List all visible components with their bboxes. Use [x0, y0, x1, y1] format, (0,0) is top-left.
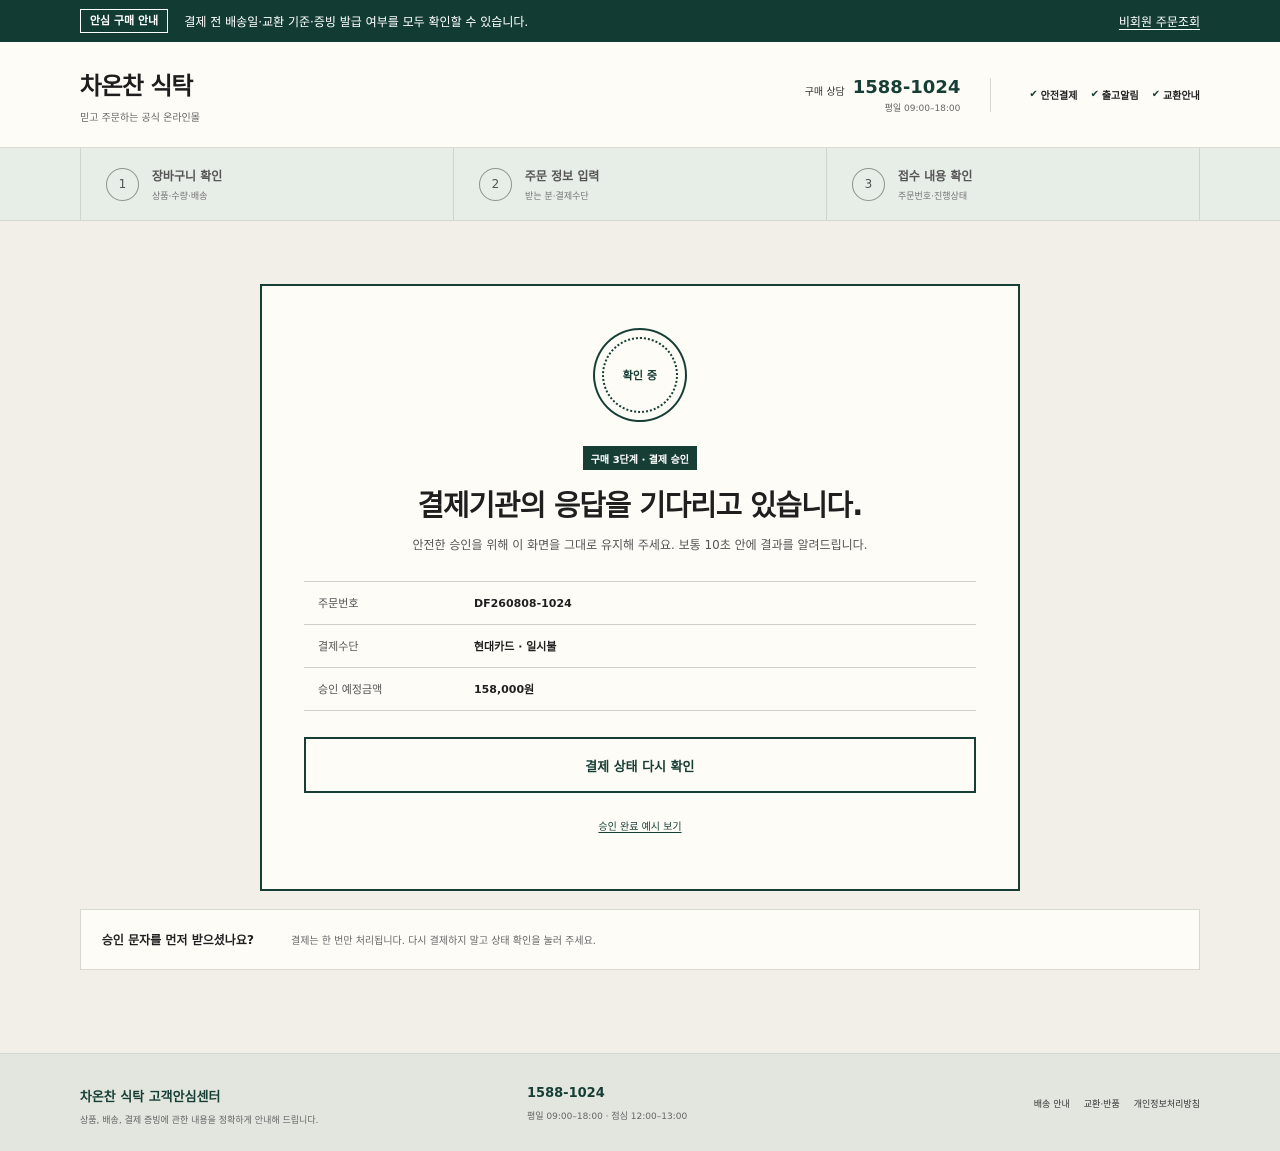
contact-phone: 1588-1024	[852, 76, 961, 98]
footer-link-exchange[interactable]: 교환·반품	[1084, 1097, 1120, 1110]
footer-desc: 상품, 배송, 결제 증빙에 관한 내용을 정확하게 안내해 드립니다.	[80, 1116, 319, 1126]
brand-logo[interactable]: 차온찬 식탁	[80, 66, 200, 101]
loading-spinner: 확인 중	[593, 328, 687, 422]
footer-center-info: 차온찬 식탁 고객안심센터 상품, 배송, 결제 증빙에 관한 내용을 정확하게…	[80, 1086, 318, 1126]
step-title: 접수 내용 확인	[898, 168, 973, 183]
recheck-status-button[interactable]: 결제 상태 다시 확인	[304, 737, 976, 793]
check-icon: ✔	[1151, 89, 1161, 100]
table-row: 결제수단 현대카드 · 일시불	[304, 625, 976, 668]
table-row: 승인 예정금액 158,000원	[304, 668, 976, 711]
page-title: 결제기관의 응답을 기다리고 있습니다.	[417, 488, 863, 522]
main-content: 확인 중 구매 3단계 · 결제 승인 결제기관의 응답을 기다리고 있습니다.…	[0, 221, 1280, 1053]
notice-text: 결제 전 배송일·교환 기준·증빙 발급 여부를 모두 확인할 수 있습니다.	[184, 14, 529, 29]
row-label: 결제수단	[318, 640, 359, 653]
stage-badge: 구매 3단계 · 결제 승인	[583, 446, 697, 470]
footer-contact: 1588-1024 평일 09:00–18:00 · 점심 12:00–13:0…	[527, 1086, 687, 1122]
assurance-item: ✔ 교환안내	[1152, 87, 1200, 102]
step-order-info: 2 주문 정보 입력 받는 분·결제수단	[454, 148, 827, 220]
help-title: 승인 문자를 먼저 받으셨나요?	[102, 933, 254, 947]
site-header: 차온찬 식탁 믿고 주문하는 공식 온라인몰 구매 상담 1588-1024 평…	[0, 42, 1280, 148]
spinner-text: 확인 중	[622, 369, 658, 382]
purchase-contact: 구매 상담 1588-1024 평일 09:00–18:00	[804, 76, 992, 114]
help-text: 결제는 한 번만 처리됩니다. 다시 결제하지 말고 상태 확인을 눌러 주세요…	[291, 936, 596, 947]
check-icon: ✔	[1029, 89, 1038, 100]
assurance-list: ✔ 안전결제 ✔ 출고알림 ✔ 교환안내	[1029, 87, 1200, 102]
step-title: 장바구니 확인	[152, 168, 223, 183]
spinner-ring: 확인 중	[602, 337, 678, 413]
footer-title: 차온찬 식탁 고객안심센터	[80, 1090, 221, 1105]
order-number: DF260808-1024	[474, 596, 572, 610]
footer-phone: 1588-1024	[527, 1086, 605, 1101]
assurance-label: 출고알림	[1101, 91, 1139, 102]
brand-tagline: 믿고 주문하는 공식 온라인몰	[80, 112, 200, 124]
check-icon: ✔	[1090, 89, 1099, 100]
contact-label: 구매 상담	[804, 86, 845, 98]
notice-badge: 안심 구매 안내	[80, 9, 169, 33]
step-number: 2	[479, 167, 512, 201]
assurance-label: 교환안내	[1163, 91, 1200, 102]
assurance-label: 안전결제	[1040, 91, 1078, 102]
site-footer: 차온찬 식탁 고객안심센터 상품, 배송, 결제 증빙에 관한 내용을 정확하게…	[0, 1053, 1280, 1151]
table-row: 주문번호 DF260808-1024	[304, 582, 976, 625]
brand: 차온찬 식탁 믿고 주문하는 공식 온라인몰	[80, 66, 200, 124]
step-desc: 주문번호·진행상태	[898, 191, 968, 202]
row-label: 승인 예정금액	[318, 683, 383, 696]
step-desc: 받는 분·결제수단	[525, 191, 589, 202]
step-number: 1	[106, 167, 139, 201]
step-cart: 1 장바구니 확인 상품·수량·배송	[81, 148, 454, 220]
contact-hours: 평일 09:00–18:00	[884, 103, 961, 114]
payment-method: 현대카드 · 일시불	[474, 640, 557, 653]
step-title: 주문 정보 입력	[525, 168, 600, 183]
notice-bar: 안심 구매 안내 결제 전 배송일·교환 기준·증빙 발급 여부를 모두 확인할…	[0, 0, 1280, 42]
assurance-item: ✔ 안전결제	[1029, 87, 1077, 102]
help-notice: 승인 문자를 먼저 받으셨나요? 결제는 한 번만 처리됩니다. 다시 결제하지…	[80, 909, 1200, 970]
step-confirm: 3 접수 내용 확인 주문번호·진행상태	[827, 148, 1200, 220]
payment-status-card: 확인 중 구매 3단계 · 결제 승인 결제기관의 응답을 기다리고 있습니다.…	[260, 284, 1020, 891]
approval-example-link[interactable]: 승인 완료 예시 보기	[262, 818, 1018, 833]
order-summary-table: 주문번호 DF260808-1024 결제수단 현대카드 · 일시불 승인 예정…	[304, 581, 976, 711]
approval-amount: 158,000원	[474, 683, 535, 696]
row-label: 주문번호	[318, 597, 359, 610]
footer-links: 배송 안내 교환·반품 개인정보처리방침	[1034, 1097, 1200, 1110]
footer-link-shipping[interactable]: 배송 안내	[1034, 1097, 1070, 1110]
step-desc: 상품·수량·배송	[152, 191, 208, 202]
guest-order-lookup-link[interactable]: 비회원 주문조회	[1119, 13, 1200, 30]
assurance-item: ✔ 출고알림	[1091, 87, 1139, 102]
checkout-steps: 1 장바구니 확인 상품·수량·배송 2 주문 정보 입력 받는 분·결제수단 …	[0, 148, 1280, 221]
footer-link-privacy[interactable]: 개인정보처리방침	[1134, 1097, 1200, 1110]
step-number: 3	[852, 167, 885, 201]
footer-hours: 평일 09:00–18:00 · 점심 12:00–13:00	[527, 1112, 688, 1122]
page-subtitle: 안전한 승인을 위해 이 화면을 그대로 유지해 주세요. 보통 10초 안에 …	[412, 538, 868, 552]
